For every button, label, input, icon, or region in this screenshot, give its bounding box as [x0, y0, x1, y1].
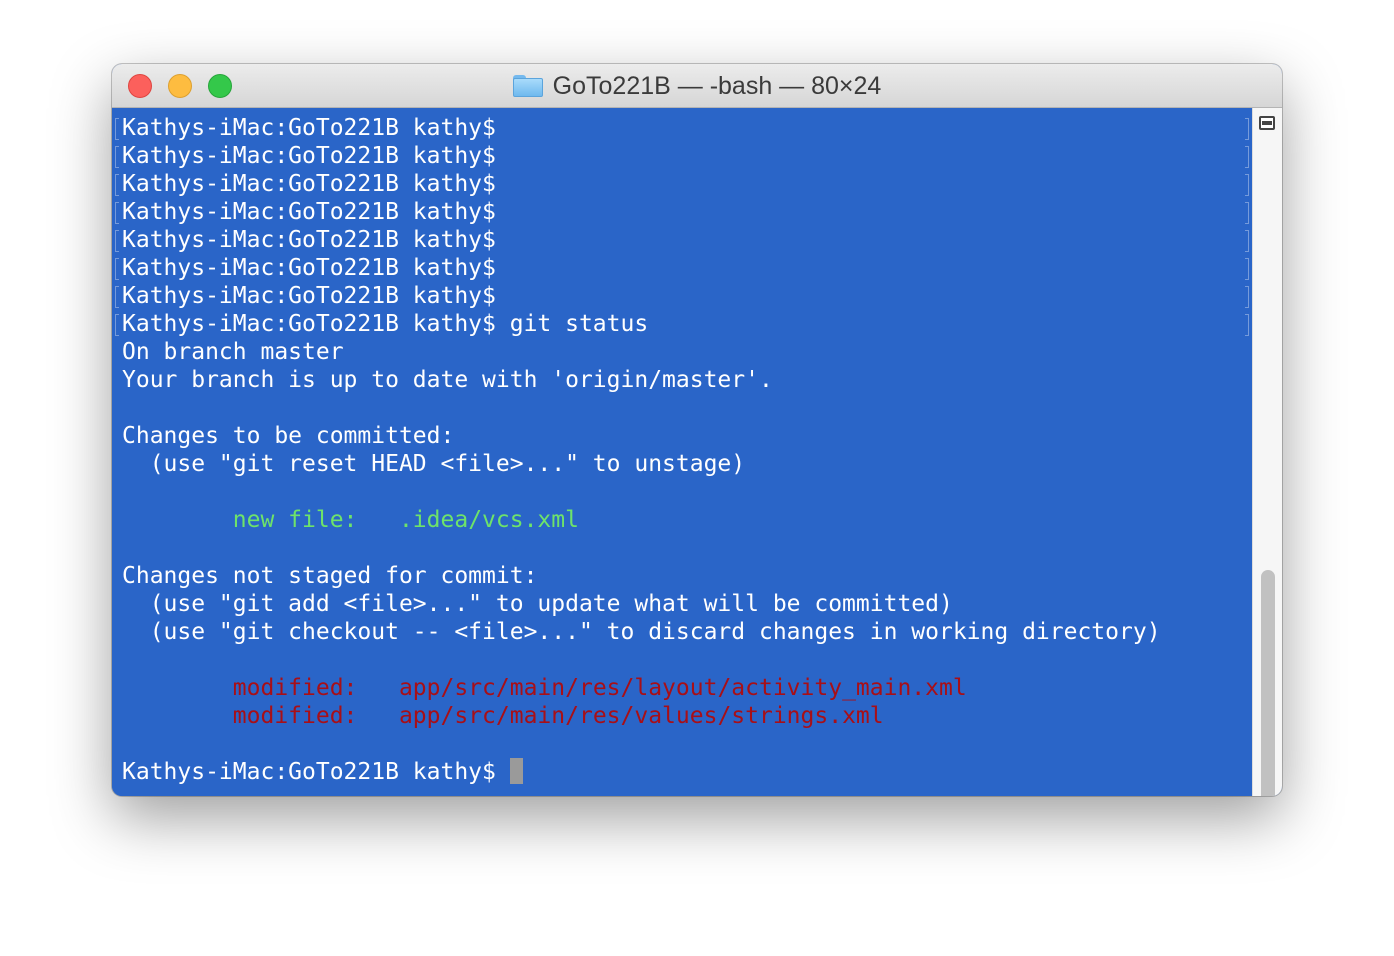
window-title-area: GoTo221B — -bash — 80×24	[112, 64, 1282, 108]
line-mark-left	[115, 314, 119, 336]
terminal-output[interactable]: Kathys-iMac:GoTo221B kathy$ Kathys-iMac:…	[112, 108, 1252, 796]
line-mark-right	[1245, 230, 1249, 252]
command-line: Kathys-iMac:GoTo221B kathy$ git status	[115, 310, 1252, 338]
window-title: GoTo221B — -bash — 80×24	[552, 71, 882, 100]
vertical-scrollbar[interactable]	[1252, 108, 1282, 796]
line-mark-left	[115, 258, 119, 280]
final-prompt: Kathys-iMac:GoTo221B kathy$	[122, 759, 510, 785]
terminal-window: GoTo221B — -bash — 80×24 Kathys-iMac:GoT…	[112, 64, 1282, 796]
line-mark-left	[115, 202, 119, 224]
modified-file-path: app/src/main/res/layout/activity_main.xm…	[398, 675, 967, 701]
line-mark-left	[115, 146, 119, 168]
line-mark-right	[1245, 146, 1249, 168]
line-mark-left	[115, 286, 119, 308]
prompt-line: Kathys-iMac:GoTo221B kathy$	[115, 282, 1252, 310]
unstaged-hint: (use "git checkout -- <file>..." to disc…	[122, 619, 1161, 645]
uptodate-line: Your branch is up to date with 'origin/m…	[122, 367, 773, 393]
text-cursor	[509, 758, 523, 784]
line-mark-right	[1245, 118, 1249, 140]
line-mark-left	[115, 174, 119, 196]
modified-file-status: modified:	[122, 675, 399, 701]
title-bar[interactable]: GoTo221B — -bash — 80×24	[112, 64, 1282, 108]
prompt-line: Kathys-iMac:GoTo221B kathy$	[115, 254, 1252, 282]
modified-file-path: app/src/main/res/values/strings.xml	[398, 703, 884, 729]
staged-file-line: new file: .idea/vcs.xml	[122, 506, 1252, 534]
line-mark-right	[1245, 174, 1249, 196]
prompt-line: Kathys-iMac:GoTo221B kathy$	[115, 226, 1252, 254]
split-pane-icon[interactable]	[1259, 116, 1275, 130]
staged-file-path: .idea/vcs.xml	[398, 507, 579, 533]
line-mark-right	[1245, 314, 1249, 336]
command-text: git status	[495, 311, 649, 337]
unstaged-header: Changes not staged for commit:	[122, 563, 538, 589]
branch-line: On branch master	[122, 339, 344, 365]
modified-file-line: modified: app/src/main/res/values/string…	[122, 702, 1252, 730]
scrollbar-thumb[interactable]	[1261, 570, 1275, 796]
prompt-line: Kathys-iMac:GoTo221B kathy$	[115, 142, 1252, 170]
folder-icon[interactable]	[512, 75, 543, 97]
prompt-line: Kathys-iMac:GoTo221B kathy$	[115, 198, 1252, 226]
modified-file-line: modified: app/src/main/res/layout/activi…	[122, 674, 1252, 702]
prompt-line: Kathys-iMac:GoTo221B kathy$	[115, 170, 1252, 198]
line-mark-left	[115, 230, 119, 252]
staged-hint: (use "git reset HEAD <file>..." to unsta…	[122, 451, 746, 477]
final-prompt-line[interactable]: Kathys-iMac:GoTo221B kathy$	[122, 758, 1252, 786]
staged-header: Changes to be committed:	[122, 423, 455, 449]
line-mark-right	[1245, 202, 1249, 224]
unstaged-hint: (use "git add <file>..." to update what …	[122, 591, 953, 617]
staged-file-status: new file:	[122, 507, 399, 533]
line-mark-left	[115, 118, 119, 140]
modified-file-status: modified:	[122, 703, 399, 729]
line-mark-right	[1245, 286, 1249, 308]
command-prompt: Kathys-iMac:GoTo221B kathy$	[122, 311, 496, 337]
prompt-line: Kathys-iMac:GoTo221B kathy$	[115, 114, 1252, 142]
line-mark-right	[1245, 258, 1249, 280]
